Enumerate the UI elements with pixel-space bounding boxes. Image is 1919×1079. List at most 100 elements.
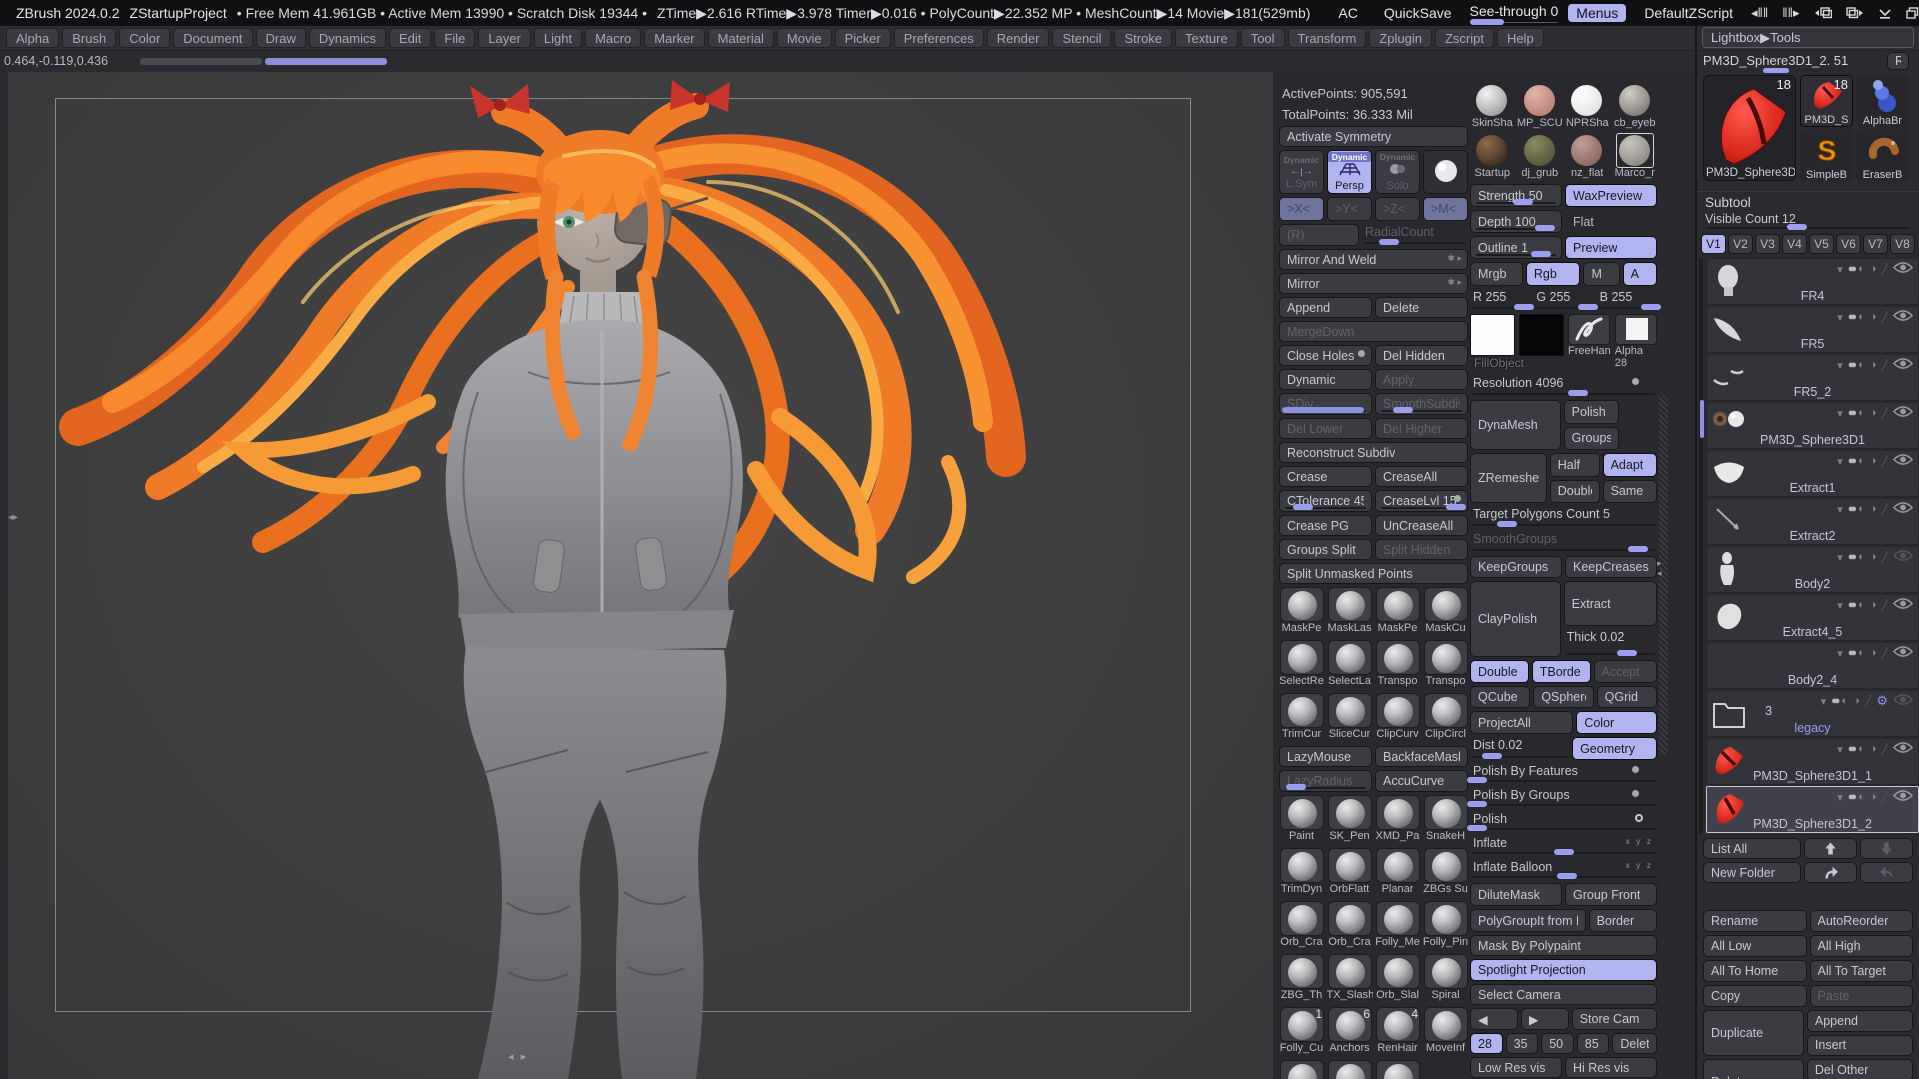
half-button[interactable]: Half xyxy=(1550,453,1600,477)
difference-icon[interactable]: ◑ xyxy=(1870,551,1877,563)
subtool-item-pm3d-sphere3d1[interactable]: ▾●●◐◑╱PM3D_Sphere3D1 xyxy=(1706,402,1919,449)
double-button[interactable]: Double xyxy=(1470,660,1529,683)
50-button[interactable]: 50 xyxy=(1541,1033,1574,1054)
tx-slash-brush-thumb[interactable]: TX_Slash xyxy=(1327,954,1372,1001)
zbgs-su-brush-thumb[interactable]: ZBGs Su xyxy=(1423,848,1468,895)
same-button[interactable]: Same xyxy=(1603,480,1657,504)
maskpe-brush-thumb[interactable]: MaskPe xyxy=(1375,587,1420,634)
visible-count-slider[interactable]: Visible Count 12 xyxy=(1697,211,1919,231)
polypaint-icon[interactable]: ◐ xyxy=(1858,743,1865,755)
b-255-slider[interactable]: B 255 xyxy=(1597,289,1657,311)
menu-dynamics[interactable]: Dynamics xyxy=(309,28,386,48)
m-button[interactable]: >M< xyxy=(1423,197,1468,221)
menu-color[interactable]: Color xyxy=(119,28,170,48)
visibility-eye-icon[interactable] xyxy=(1893,309,1913,325)
thick-0-02-slider[interactable]: Thick 0.02 xyxy=(1564,629,1657,657)
polypaint-colorize-icon[interactable]: ●● xyxy=(1848,743,1853,755)
visibility-eye-icon[interactable] xyxy=(1893,741,1913,757)
move-out-folder-icon[interactable] xyxy=(1804,862,1857,883)
tool-r-button[interactable]: R xyxy=(1887,52,1909,70)
selectla-brush-thumb[interactable]: SelectLa xyxy=(1327,640,1372,687)
main-color-swatch[interactable] xyxy=(1470,314,1515,356)
rename-button[interactable]: Rename xyxy=(1703,910,1807,932)
x-button[interactable]: >X< xyxy=(1279,197,1324,221)
mask-by-polypaint-button[interactable]: Mask By Polypaint xyxy=(1470,935,1657,956)
move-into-folder-icon[interactable] xyxy=(1860,862,1913,883)
del-higher-button[interactable]: Del Higher xyxy=(1375,418,1468,439)
orb-cra-brush-thumb[interactable]: Orb_Cra xyxy=(1327,901,1372,948)
activate-symmetry-button[interactable]: Activate Symmetry xyxy=(1279,126,1468,147)
target-polygons-count-5-slider[interactable]: Target Polygons Count 5 xyxy=(1470,506,1657,528)
sculpt-brush-icon[interactable]: ╱ xyxy=(1881,647,1888,660)
subtool-item-extract4-5[interactable]: ▾●●◐◑╱Extract4_5 xyxy=(1706,594,1919,641)
difference-icon[interactable]: ◑ xyxy=(1870,455,1877,467)
alphabr-tool-thumb[interactable]: AlphaBr xyxy=(1856,75,1909,127)
mergedown-button[interactable]: MergeDown xyxy=(1279,321,1468,342)
dist-0-02-slider[interactable]: Dist 0.02 xyxy=(1470,737,1569,760)
polypaint-icon[interactable]: ◐ xyxy=(1858,359,1865,371)
subtool-item-extract2[interactable]: ▾●●◐◑╱Extract2 xyxy=(1706,498,1919,545)
double-button[interactable]: Double xyxy=(1550,480,1600,504)
move-down-icon[interactable]: ▾ xyxy=(1837,791,1843,804)
see-through-pill[interactable] xyxy=(1470,19,1504,25)
polypaint-colorize-icon[interactable]: ●● xyxy=(1848,647,1853,659)
lightbox-tools-button[interactable]: Lightbox▶Tools xyxy=(1702,27,1914,48)
move-down-icon[interactable]: ▾ xyxy=(1837,311,1843,324)
default-zscript-button[interactable]: DefaultZScript xyxy=(1636,4,1741,22)
menu-document[interactable]: Document xyxy=(173,28,252,48)
hi-res-vis-button[interactable]: Hi Res vis xyxy=(1565,1057,1657,1078)
del-other-button[interactable]: Del Other xyxy=(1807,1059,1913,1079)
subtool-item-fr5[interactable]: ▾●●◐◑╱FR5 xyxy=(1706,306,1919,353)
store-cam-button[interactable]: Store Cam xyxy=(1572,1008,1657,1030)
difference-icon[interactable]: ◑ xyxy=(1870,599,1877,611)
group-front-button[interactable]: Group Front xyxy=(1565,883,1657,906)
smoothsubdiv-button[interactable]: SmoothSubdiv xyxy=(1375,393,1468,415)
difference-icon[interactable]: ◑ xyxy=(1853,695,1860,707)
visibility-eye-icon[interactable] xyxy=(1893,357,1913,373)
subtool-item-extract1[interactable]: ▾●●◐◑╱Extract1 xyxy=(1706,450,1919,497)
menu-zplugin[interactable]: Zplugin xyxy=(1369,28,1432,48)
polypaint-colorize-icon[interactable]: ●● xyxy=(1848,551,1853,563)
polish-button[interactable]: Polish xyxy=(1564,400,1619,424)
orb-slal-brush-thumb[interactable]: Orb_Slal xyxy=(1375,954,1420,1001)
menu-transform[interactable]: Transform xyxy=(1288,28,1367,48)
del-hidden-button[interactable]: Del Hidden xyxy=(1375,345,1468,366)
inflate-slider[interactable]: Inflatex y z xyxy=(1470,835,1657,856)
preview-button[interactable]: Preview xyxy=(1565,236,1657,259)
menu-tool[interactable]: Tool xyxy=(1241,28,1285,48)
minimize-icon[interactable] xyxy=(1878,7,1892,19)
menu-zscript[interactable]: Zscript xyxy=(1435,28,1494,48)
move-down-icon[interactable]: ▾ xyxy=(1837,359,1843,372)
polypaint-colorize-icon[interactable]: ●● xyxy=(1848,263,1853,275)
menu-stencil[interactable]: Stencil xyxy=(1052,28,1111,48)
radialcount-slider[interactable]: RadialCount xyxy=(1362,224,1468,246)
polypaint-icon[interactable]: ◐ xyxy=(1858,407,1865,419)
polypaint-icon[interactable]: ◐ xyxy=(1858,551,1865,563)
polypaint-colorize-icon[interactable]: ●● xyxy=(1848,359,1853,371)
zbg-th-brush-thumb[interactable]: ZBG_Th xyxy=(1279,954,1324,1001)
delete-button[interactable]: Delete xyxy=(1612,1033,1657,1054)
menu-material[interactable]: Material xyxy=(708,28,774,48)
dock-left-icon[interactable] xyxy=(1814,6,1832,20)
snakeh-brush-thumb[interactable]: SnakeH xyxy=(1423,795,1468,842)
move-up-icon[interactable] xyxy=(1804,838,1857,859)
geometry-button[interactable]: Geometry xyxy=(1572,737,1657,760)
menu-light[interactable]: Light xyxy=(534,28,582,48)
keepgroups-button[interactable]: KeepGroups xyxy=(1470,556,1562,578)
solo-button[interactable]: DynamicSolo xyxy=(1375,150,1420,194)
nz-flat-material-thumb[interactable]: nz_flat xyxy=(1565,134,1610,179)
curvetr-brush-thumb[interactable]: CurveTr xyxy=(1279,1060,1324,1079)
selectre-brush-thumb[interactable]: SelectRe xyxy=(1279,640,1324,687)
mrgb-button[interactable]: Mrgb xyxy=(1470,262,1523,286)
del-lower-button[interactable]: Del Lower xyxy=(1279,418,1372,439)
polypaint-colorize-icon[interactable]: ●● xyxy=(1848,791,1853,803)
visibility-eye-icon[interactable] xyxy=(1893,693,1913,709)
polish-by-features-slider[interactable]: Polish By Features xyxy=(1470,763,1657,784)
split-hidden-button[interactable]: Split Hidden xyxy=(1375,539,1468,560)
28-button[interactable]: 28 xyxy=(1470,1033,1503,1054)
difference-icon[interactable]: ◑ xyxy=(1870,407,1877,419)
quicksave-button[interactable]: QuickSave xyxy=(1376,4,1460,22)
waxpreview-button[interactable]: WaxPreview xyxy=(1565,184,1657,207)
subtool-scrollbar[interactable] xyxy=(1699,258,1703,834)
polygroupit-from-paint-button[interactable]: PolyGroupIt from Paint xyxy=(1470,909,1586,932)
